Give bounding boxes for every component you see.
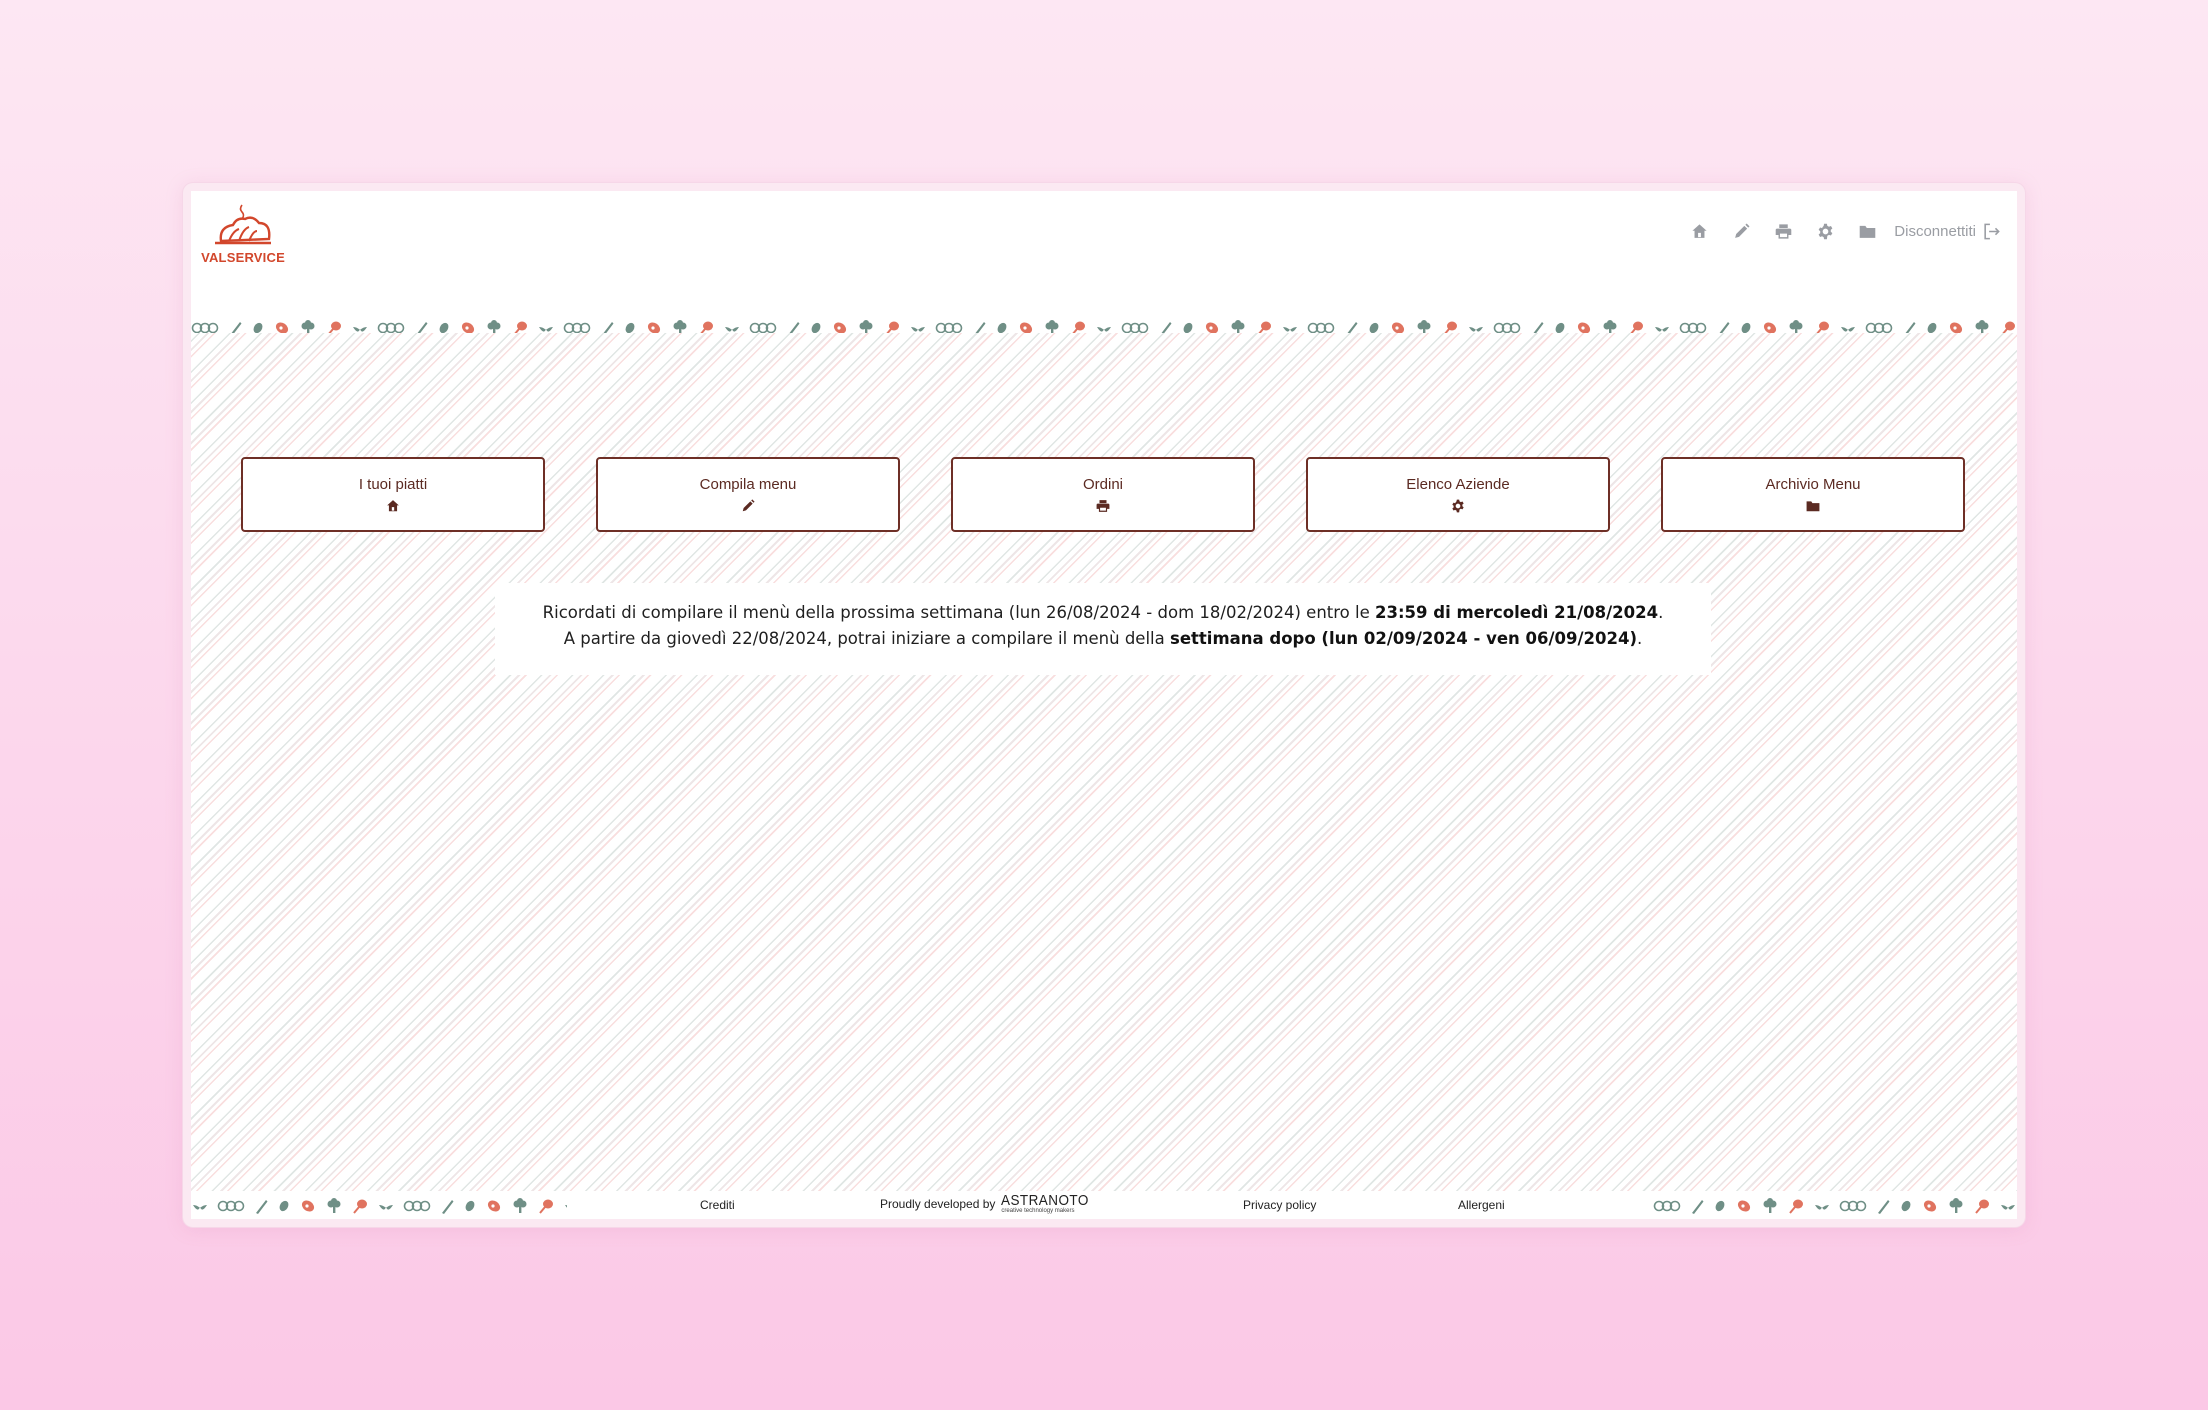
meat-icon bbox=[487, 1200, 501, 1212]
card-label: Elenco Aziende bbox=[1406, 476, 1510, 493]
credits-link[interactable]: Crediti bbox=[700, 1198, 735, 1212]
logout-icon bbox=[1984, 223, 2000, 239]
header: VALSERVICE Disconnettiti bbox=[191, 191, 2017, 275]
drumstick-icon bbox=[1789, 1199, 1803, 1214]
card-elenco-aziende[interactable]: Elenco Aziende bbox=[1306, 457, 1610, 532]
card-archivio-menu[interactable]: Archivio Menu bbox=[1661, 457, 1965, 532]
top-nav: Disconnettiti bbox=[1668, 219, 2001, 243]
home-icon bbox=[386, 498, 401, 513]
developed-by-label: Proudly developed by bbox=[880, 1197, 996, 1211]
carrot-icon bbox=[1692, 1200, 1704, 1214]
onion-rings-icon bbox=[217, 1200, 245, 1212]
meat-icon bbox=[1737, 1200, 1751, 1212]
folder-icon[interactable] bbox=[1856, 220, 1878, 242]
folder-icon bbox=[1806, 498, 1821, 513]
card-label: Archivio Menu bbox=[1765, 476, 1861, 493]
gear-icon[interactable] bbox=[1814, 220, 1836, 242]
card-label: Compila menu bbox=[699, 476, 797, 493]
salad-leaves-icon bbox=[379, 1205, 393, 1210]
broccoli-icon bbox=[1763, 1198, 1777, 1213]
page: VALSERVICE Disconnettiti I tuoi piatti C… bbox=[191, 191, 2017, 1219]
print-icon bbox=[1096, 498, 1111, 513]
allergens-link[interactable]: Allergeni bbox=[1458, 1198, 1505, 1212]
home-icon[interactable] bbox=[1688, 220, 1710, 242]
carrot-icon bbox=[1878, 1200, 1890, 1214]
drumstick-icon bbox=[353, 1199, 367, 1214]
leaf-icon bbox=[279, 1200, 289, 1212]
logout-label: Disconnettiti bbox=[1894, 222, 1976, 240]
leaf-icon bbox=[1715, 1200, 1725, 1212]
salad-leaves-icon bbox=[2001, 1205, 2015, 1210]
notice-line-1: Ricordati di compilare il menù della pro… bbox=[542, 603, 1664, 622]
onion-rings-icon bbox=[403, 1200, 431, 1212]
pencil-icon[interactable] bbox=[1730, 220, 1752, 242]
card-label: Ordini bbox=[1082, 476, 1123, 493]
leaf-icon bbox=[1901, 1200, 1911, 1212]
card-label: I tuoi piatti bbox=[358, 476, 428, 493]
salad-leaves-icon bbox=[565, 1205, 567, 1208]
card-ordini[interactable]: Ordini bbox=[951, 457, 1255, 532]
drumstick-icon bbox=[539, 1199, 553, 1214]
main-content: I tuoi piatti Compila menu Ordini Elenco… bbox=[191, 333, 2017, 1206]
pencil-icon bbox=[741, 498, 756, 513]
brand-logo[interactable]: VALSERVICE bbox=[201, 201, 285, 265]
brand-name: VALSERVICE bbox=[201, 250, 285, 265]
onion-rings-icon bbox=[1653, 1200, 1681, 1212]
onion-rings-icon bbox=[1839, 1200, 1867, 1212]
carrot-icon bbox=[256, 1200, 268, 1214]
logout-button[interactable]: Disconnettiti bbox=[1894, 222, 2001, 241]
meat-icon bbox=[301, 1200, 315, 1212]
gear-icon bbox=[1451, 498, 1466, 513]
card-compila-menu[interactable]: Compila menu bbox=[596, 457, 900, 532]
drumstick-icon bbox=[1975, 1199, 1989, 1214]
footer: Crediti Proudly developed by ASTRANOTO c… bbox=[191, 1191, 2017, 1219]
print-icon[interactable] bbox=[1772, 220, 1794, 242]
food-icons-strip-bottom-left bbox=[191, 1191, 567, 1219]
salad-leaves-icon bbox=[193, 1205, 207, 1210]
salad-leaves-icon bbox=[1815, 1205, 1829, 1210]
privacy-policy-link[interactable]: Privacy policy bbox=[1243, 1198, 1316, 1212]
deadline-notice: Ricordati di compilare il menù della pro… bbox=[495, 583, 1711, 675]
broccoli-icon bbox=[513, 1198, 527, 1213]
notice-line-2: A partire da giovedì 22/08/2024, potrai … bbox=[563, 629, 1643, 648]
card-i-tuoi-piatti[interactable]: I tuoi piatti bbox=[241, 457, 545, 532]
food-icons-strip-bottom-right bbox=[1653, 1191, 2017, 1219]
leaf-icon bbox=[465, 1200, 475, 1212]
carrot-icon bbox=[442, 1200, 454, 1214]
broccoli-icon bbox=[327, 1198, 341, 1213]
broccoli-icon bbox=[1949, 1198, 1963, 1213]
developer-logo: ASTRANOTO creative technology makers bbox=[1001, 1192, 1090, 1214]
app-window: VALSERVICE Disconnettiti I tuoi piatti C… bbox=[183, 183, 2025, 1227]
meat-icon bbox=[1923, 1200, 1937, 1212]
developer-credit[interactable]: Proudly developed by ASTRANOTO creative … bbox=[880, 1193, 1099, 1215]
chef-hat-logo-icon bbox=[215, 204, 271, 245]
